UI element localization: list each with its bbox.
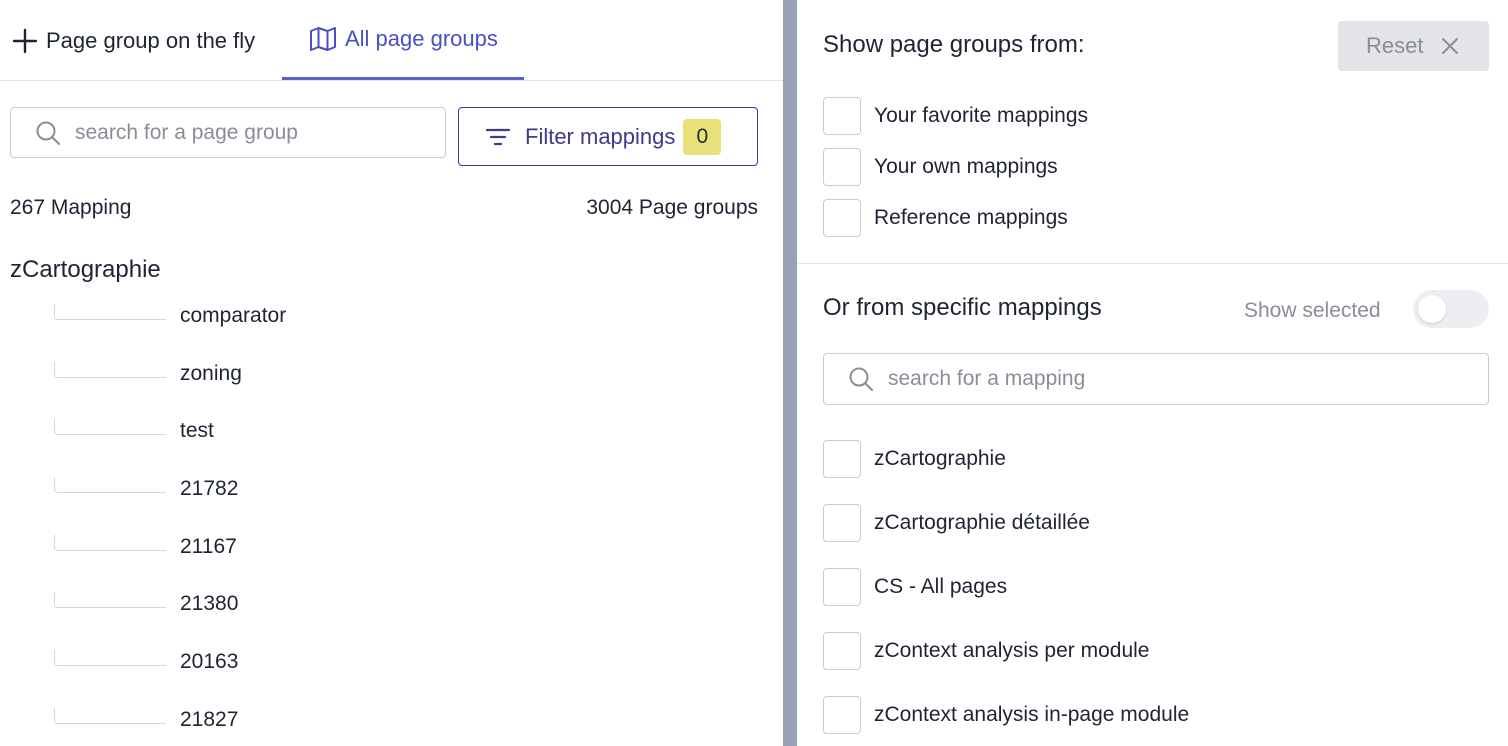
source-option-favorites[interactable]: Your favorite mappings [823, 97, 1088, 135]
show-selected-label: Show selected [1244, 299, 1381, 322]
mapping-option[interactable]: zCartographie [823, 440, 1006, 478]
mapping-option[interactable]: zContext analysis per module [823, 632, 1149, 670]
mapping-option-label: CS - All pages [874, 575, 1008, 598]
tab-all-page-groups[interactable]: All page groups [282, 0, 524, 80]
tree-item[interactable]: 21167 [0, 521, 783, 579]
source-option-own[interactable]: Your own mappings [823, 148, 1058, 186]
mapping-search-input[interactable] [888, 367, 1448, 391]
page-groups-panel: Page group on the fly All page groups Fi… [0, 0, 783, 746]
specific-mappings-title: Or from specific mappings [823, 294, 1102, 321]
tab-page-group-on-the-fly[interactable]: Page group on the fly [12, 0, 255, 81]
reset-label: Reset [1366, 33, 1424, 58]
section-divider [797, 263, 1508, 264]
tree-branch-line [54, 707, 166, 724]
tree-item-label: 21827 [180, 707, 239, 731]
tree-item-label: 21782 [180, 477, 239, 501]
drawer-title: Show page groups from: [823, 31, 1085, 58]
tree-item[interactable]: comparator [0, 290, 783, 348]
favorites-checkbox[interactable] [823, 97, 861, 135]
page-group-tree: comparator zoning test 21782 21167 21380… [0, 290, 783, 746]
tree-branch-line [54, 361, 166, 378]
toggle-knob [1418, 295, 1446, 323]
tree-branch-line [54, 304, 166, 320]
map-icon [310, 26, 336, 51]
tree-item-label: zoning [180, 361, 242, 385]
tab-all-label: All page groups [345, 25, 498, 51]
tree-branch-line [54, 650, 166, 667]
mapping-group-title[interactable]: zCartographie [10, 256, 161, 284]
tree-item-label: 21380 [180, 592, 239, 616]
tree-item[interactable]: 20163 [0, 636, 783, 694]
mapping-option-label: zContext analysis per module [874, 639, 1150, 662]
mapping-option[interactable]: zContext analysis in-page module [823, 696, 1189, 734]
tab-bar: Page group on the fly All page groups [0, 0, 783, 81]
tree-item[interactable]: 21380 [0, 578, 783, 636]
reference-checkbox[interactable] [823, 199, 861, 237]
close-icon [1442, 38, 1459, 54]
own-checkbox[interactable] [823, 148, 861, 186]
mapping-checkbox[interactable] [823, 632, 861, 670]
mapping-option-label: zCartographie détaillée [874, 511, 1090, 534]
page-group-search[interactable] [10, 107, 446, 158]
filter-count-badge: 0 [683, 118, 722, 155]
search-icon [849, 367, 873, 391]
tree-item[interactable]: test [0, 405, 783, 463]
plus-icon [12, 28, 38, 53]
mapping-checkbox[interactable] [823, 440, 861, 478]
mapping-checkbox[interactable] [823, 504, 861, 542]
page-group-search-input[interactable] [75, 120, 425, 145]
mapping-search[interactable] [823, 353, 1489, 405]
page-group-count: 3004 Page groups [586, 196, 758, 219]
tree-item-label: 21167 [180, 534, 237, 558]
mapping-checkbox[interactable] [823, 696, 861, 734]
tab-fly-label: Page group on the fly [46, 27, 256, 53]
tree-branch-line [54, 592, 166, 609]
mapping-count: 267 Mapping [10, 196, 132, 219]
tree-item-label: comparator [180, 304, 287, 327]
tree-branch-line [54, 419, 166, 436]
source-option-reference[interactable]: Reference mappings [823, 199, 1068, 237]
filter-icon [485, 128, 511, 145]
tree-item[interactable]: 21827 [0, 694, 783, 746]
show-selected-toggle[interactable] [1413, 290, 1489, 328]
tree-item-label: test [180, 419, 214, 443]
source-option-label: Your favorite mappings [874, 104, 1089, 127]
app-root: Page group on the fly All page groups Fi… [0, 0, 1508, 746]
tree-branch-line [54, 477, 166, 494]
filter-drawer: Show page groups from: Reset Your favori… [797, 0, 1508, 746]
tree-branch-line [54, 534, 166, 551]
mapping-checkbox[interactable] [823, 568, 861, 606]
mapping-option[interactable]: CS - All pages [823, 568, 1007, 606]
drawer-backdrop[interactable] [783, 0, 797, 746]
tree-item[interactable]: zoning [0, 348, 783, 406]
tree-item-label: 20163 [180, 650, 239, 674]
filter-mappings-label: Filter mappings [525, 123, 676, 149]
mapping-option[interactable]: zCartographie détaillée [823, 504, 1090, 542]
mapping-option-label: zCartographie [874, 447, 1006, 470]
source-option-label: Reference mappings [874, 206, 1068, 229]
filter-mappings-button[interactable]: Filter mappings 0 [458, 107, 758, 166]
mapping-option-label: zContext analysis in-page module [874, 703, 1190, 726]
source-option-label: Your own mappings [874, 155, 1058, 178]
reset-button[interactable]: Reset [1338, 21, 1489, 71]
search-icon [36, 121, 60, 145]
tree-item[interactable]: 21782 [0, 463, 783, 521]
